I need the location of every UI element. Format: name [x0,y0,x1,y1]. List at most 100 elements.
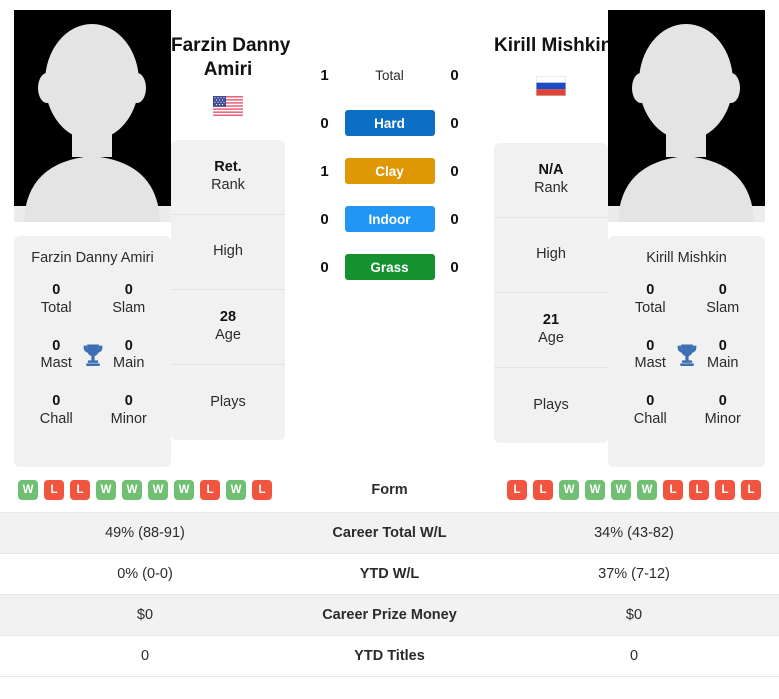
form-badge-loss: L [663,480,683,500]
form-badge-win: W [226,480,246,500]
left-plays-label: Plays [210,393,246,410]
right-titles-slam-value: 0 [718,282,727,298]
stat-right-value: $0 [625,607,643,623]
left-high-cell: High [171,215,285,290]
table-row: 0% (0-0) YTD W/L 37% (7-12) [0,554,779,595]
stat-left-value: $0 [136,607,154,623]
usa-flag-icon [213,95,243,116]
right-player-titles-card: Kirill Mishkin 0 Total 0 Slam 0 Mast 0 M… [608,236,765,467]
left-age-label: Age [215,327,241,344]
table-row: $0 Career Prize Money $0 [0,594,779,636]
h2h-row: 0 Indoor 0 [285,206,494,232]
trophy-icon [83,344,102,367]
form-badge-win: W [122,480,142,500]
h2h-surface-clay[interactable]: Clay [344,158,435,184]
h2h-row: 1 Total 0 [285,62,494,88]
right-player-card-name: Kirill Mishkin [646,250,727,266]
stat-label: YTD Titles [354,648,425,664]
left-titles-chall: 0 Chall [20,393,93,429]
stat-right-value: 0 [629,648,639,664]
stat-left-value: 0 [140,648,150,664]
table-row: 0 YTD Titles 0 [0,636,779,677]
form-badge-loss: L [44,480,64,500]
left-name-info-column: Farzin Danny Amiri Ret. Rank High 28 Age… [171,10,290,440]
right-titles-minor-value: 0 [718,393,727,410]
right-titles-slam-label: Slam [706,299,740,316]
right-titles-minor: 0 Minor [687,393,760,429]
stat-label: Career Total W/L [332,525,447,541]
form-badge-loss: L [252,480,272,500]
player-silhouette-icon [608,10,765,222]
head-to-head-page: Farzin Danny Amiri 0 Total 0 Slam 0 Mast [0,0,779,699]
left-titles-slam-label: Slam [112,299,146,316]
left-rank-cell: Ret. Rank [171,140,285,215]
form-badge-win: W [559,480,579,500]
left-rank-value: Ret. [214,159,242,176]
left-age-cell: 28 Age [171,290,285,365]
left-titles-total-value: 0 [52,282,61,298]
form-badge-win: W [174,480,194,500]
h2h-left-score: 1 [320,66,329,84]
left-titles-minor-value: 0 [124,393,133,410]
left-titles-grid: 0 Total 0 Slam 0 Mast 0 Main 0 Chall 0 M… [20,282,165,429]
right-titles-total: 0 Total [614,282,687,318]
form-label: Form [371,482,408,498]
h2h-row: 1 Clay 0 [285,158,494,184]
player-silhouette-icon [14,10,171,222]
right-rank-value: N/A [538,162,564,179]
right-age-cell: 21 Age [494,293,608,368]
right-titles-chall: 0 Chall [614,393,687,429]
right-player-column: Kirill Mishkin 0 Total 0 Slam 0 Mast 0 M… [608,10,765,467]
right-titles-grid: 0 Total 0 Slam 0 Mast 0 Main 0 Chall 0 M… [614,282,759,429]
right-rank-label: Rank [534,180,568,197]
form-badge-win: W [96,480,116,500]
stat-label: YTD W/L [359,566,420,582]
left-player-column: Farzin Danny Amiri 0 Total 0 Slam 0 Mast [14,10,171,467]
form-badge-loss: L [689,480,709,500]
h2h-right-score: 0 [450,66,459,84]
form-badge-win: W [637,480,657,500]
h2h-surface-label: Total [375,67,404,83]
table-row: 49% (88-91) Career Total W/L 34% (43-82) [0,512,779,554]
h2h-right-score: 0 [450,114,459,132]
right-titles-slam: 0 Slam [687,282,760,318]
right-name-info-column: Kirill Mishkin N/A Rank High 21 Age Play… [494,10,612,443]
h2h-left-score: 0 [320,258,329,276]
stat-label: Career Prize Money [322,607,457,623]
left-info-card: Ret. Rank High 28 Age Plays [171,139,285,440]
russia-flag-icon [536,75,566,96]
form-badge-win: W [585,480,605,500]
right-titles-total-label: Total [634,299,666,316]
h2h-surface-column: 1 Total 0 0 Hard 0 1 Clay 0 0 Indoor 0 0 [285,10,494,280]
left-titles-minor: 0 Minor [93,393,166,429]
form-right-cell: LLWWWWLLLL [489,468,779,513]
left-titles-chall-label: Chall [39,410,73,427]
trophy-icon [677,344,696,367]
stat-right-value: 37% (7-12) [598,566,670,582]
h2h-left-score: 0 [320,210,329,228]
h2h-right-score: 0 [450,162,459,180]
form-badge-loss: L [507,480,527,500]
form-badge-loss: L [70,480,90,500]
left-player-name-line2: Amiri [203,58,253,80]
form-badge-win: W [611,480,631,500]
right-titles-total-value: 0 [646,282,655,298]
left-titles-total: 0 Total [20,282,93,318]
left-titles-total-label: Total [40,299,72,316]
form-left-cell: WLLWWWWLWL [0,468,290,513]
comparison-top-area: Farzin Danny Amiri 0 Total 0 Slam 0 Mast [0,0,779,468]
right-form-badges: LLWWWWLLLL [495,480,773,500]
left-player-card-name: Farzin Danny Amiri [31,250,154,266]
h2h-surface-grass[interactable]: Grass [344,254,435,280]
h2h-right-score: 0 [450,210,459,228]
h2h-surface-indoor[interactable]: Indoor [344,206,435,232]
left-titles-chall-value: 0 [52,393,61,410]
form-badge-loss: L [741,480,761,500]
left-player-photo [14,10,171,222]
right-rank-cell: N/A Rank [494,143,608,218]
stat-left-value: 0% (0-0) [117,566,173,582]
right-info-card: N/A Rank High 21 Age Plays [494,142,608,443]
h2h-surface-hard[interactable]: Hard [344,110,435,136]
right-age-value: 21 [542,312,560,329]
h2h-left-score: 1 [320,162,329,180]
